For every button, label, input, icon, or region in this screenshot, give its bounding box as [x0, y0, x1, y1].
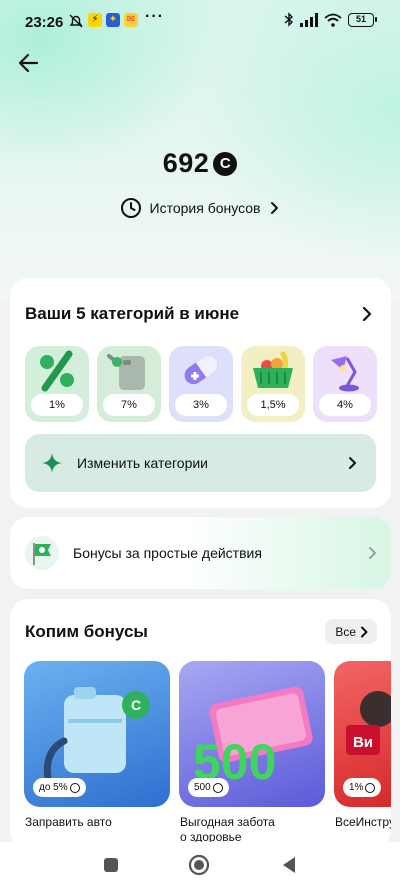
status-time: 23:26: [25, 14, 64, 31]
mail-icon: ✉: [124, 13, 138, 27]
tools-logo-text: Ви: [353, 734, 373, 751]
change-categories-button[interactable]: Изменить категории: [25, 434, 376, 492]
simple-actions-label: Бонусы за простые действия: [73, 545, 262, 561]
bonus-mini-icon: [69, 782, 80, 793]
recent-apps-icon[interactable]: [103, 857, 119, 873]
chevron-right-icon[interactable]: [361, 306, 373, 322]
offer-card-health[interactable]: 500 500: [179, 661, 325, 807]
category-rate: 3%: [175, 394, 227, 416]
wifi-icon: [324, 13, 342, 27]
percent-icon: [40, 350, 74, 392]
category-tile-pharmacy[interactable]: 3%: [169, 346, 233, 422]
category-rate: 1,5%: [247, 394, 299, 416]
offer-card-tools[interactable]: Ви 1%: [334, 661, 391, 807]
offer-caption: Выгодная забота о здоровье: [180, 815, 326, 845]
app-notification-icon: ⚡: [88, 13, 102, 27]
bonus-currency-icon: С: [213, 151, 238, 176]
category-rate: 4%: [319, 394, 371, 416]
bluetooth-icon: [284, 12, 294, 27]
back-button[interactable]: [16, 50, 42, 76]
sparkle-icon: [42, 453, 62, 473]
bonus-balance: 692 С: [0, 148, 400, 179]
offer-card-fuel[interactable]: С до 5%: [24, 661, 170, 807]
chevron-right-icon: [349, 457, 356, 469]
alarm-off-icon: [69, 14, 83, 28]
offer-rate: 1%: [349, 782, 364, 793]
category-rate: 1%: [31, 394, 83, 416]
home-icon[interactable]: [188, 854, 210, 876]
arrow-left-icon: [18, 53, 39, 73]
basket-icon: [253, 351, 293, 388]
bonus-history-link[interactable]: История бонусов: [0, 197, 400, 219]
category-rate: 7%: [103, 394, 155, 416]
bonus-mini-icon: [212, 782, 223, 793]
bonus-mini-icon: [365, 782, 376, 793]
balance-value: 692: [162, 148, 210, 178]
category-tile-percent[interactable]: 1%: [25, 346, 89, 422]
clock-icon: [120, 198, 141, 218]
lamp-icon: [331, 356, 359, 392]
app-notification-icon: ✦: [106, 13, 120, 27]
pill-icon: [184, 355, 218, 385]
simple-actions-card[interactable]: Бонусы за простые действия: [10, 517, 391, 589]
history-label: История бонусов: [149, 200, 261, 216]
offer-caption: Заправить авто: [25, 815, 171, 830]
categories-card: Ваши 5 категорий в июне 1% 7% 3% 1,5% 4%…: [10, 278, 391, 508]
accumulate-bonuses-card: Копим бонусы Все С до 5% Заправить авто: [10, 599, 391, 849]
chevron-right-icon: [271, 202, 279, 214]
category-tile-home[interactable]: 4%: [313, 346, 377, 422]
offer-caption-line: Выгодная забота: [180, 815, 275, 829]
chevron-right-icon: [361, 626, 368, 637]
accumulate-title: Копим бонусы: [25, 622, 148, 641]
category-tile-groceries[interactable]: 1,5%: [241, 346, 305, 422]
battery-icon: 51: [348, 12, 377, 27]
category-tile-fuel[interactable]: 7%: [97, 346, 161, 422]
offer-caption: ВсеИнструменты: [335, 815, 391, 830]
offer-rate-pill: 500: [188, 778, 229, 797]
categories-title: Ваши 5 категорий в июне: [25, 304, 240, 323]
flag-icon: [25, 536, 59, 570]
see-all-label: Все: [335, 624, 356, 639]
svg-text:С: С: [131, 697, 141, 713]
see-all-button[interactable]: Все: [325, 619, 377, 644]
offer-rate-pill: 1%: [343, 778, 382, 797]
offer-caption-line: Заправить авто: [25, 815, 112, 829]
offer-caption-line: ВсеИнструменты: [335, 815, 391, 829]
system-nav-bar: [0, 842, 400, 889]
offer-rate-pill: до 5%: [33, 778, 86, 797]
change-categories-label: Изменить категории: [77, 455, 209, 471]
offer-rate: до 5%: [39, 782, 68, 793]
back-triangle-icon[interactable]: [281, 856, 297, 874]
status-bar: 23:26 ⚡ ✦ ✉ ··· 51: [0, 0, 400, 42]
offer-rate: 500: [194, 782, 211, 793]
signal-icon: [300, 12, 318, 27]
status-overflow: ···: [145, 8, 164, 25]
chevron-right-icon: [369, 547, 376, 559]
fuel-canister-icon: [107, 354, 145, 390]
